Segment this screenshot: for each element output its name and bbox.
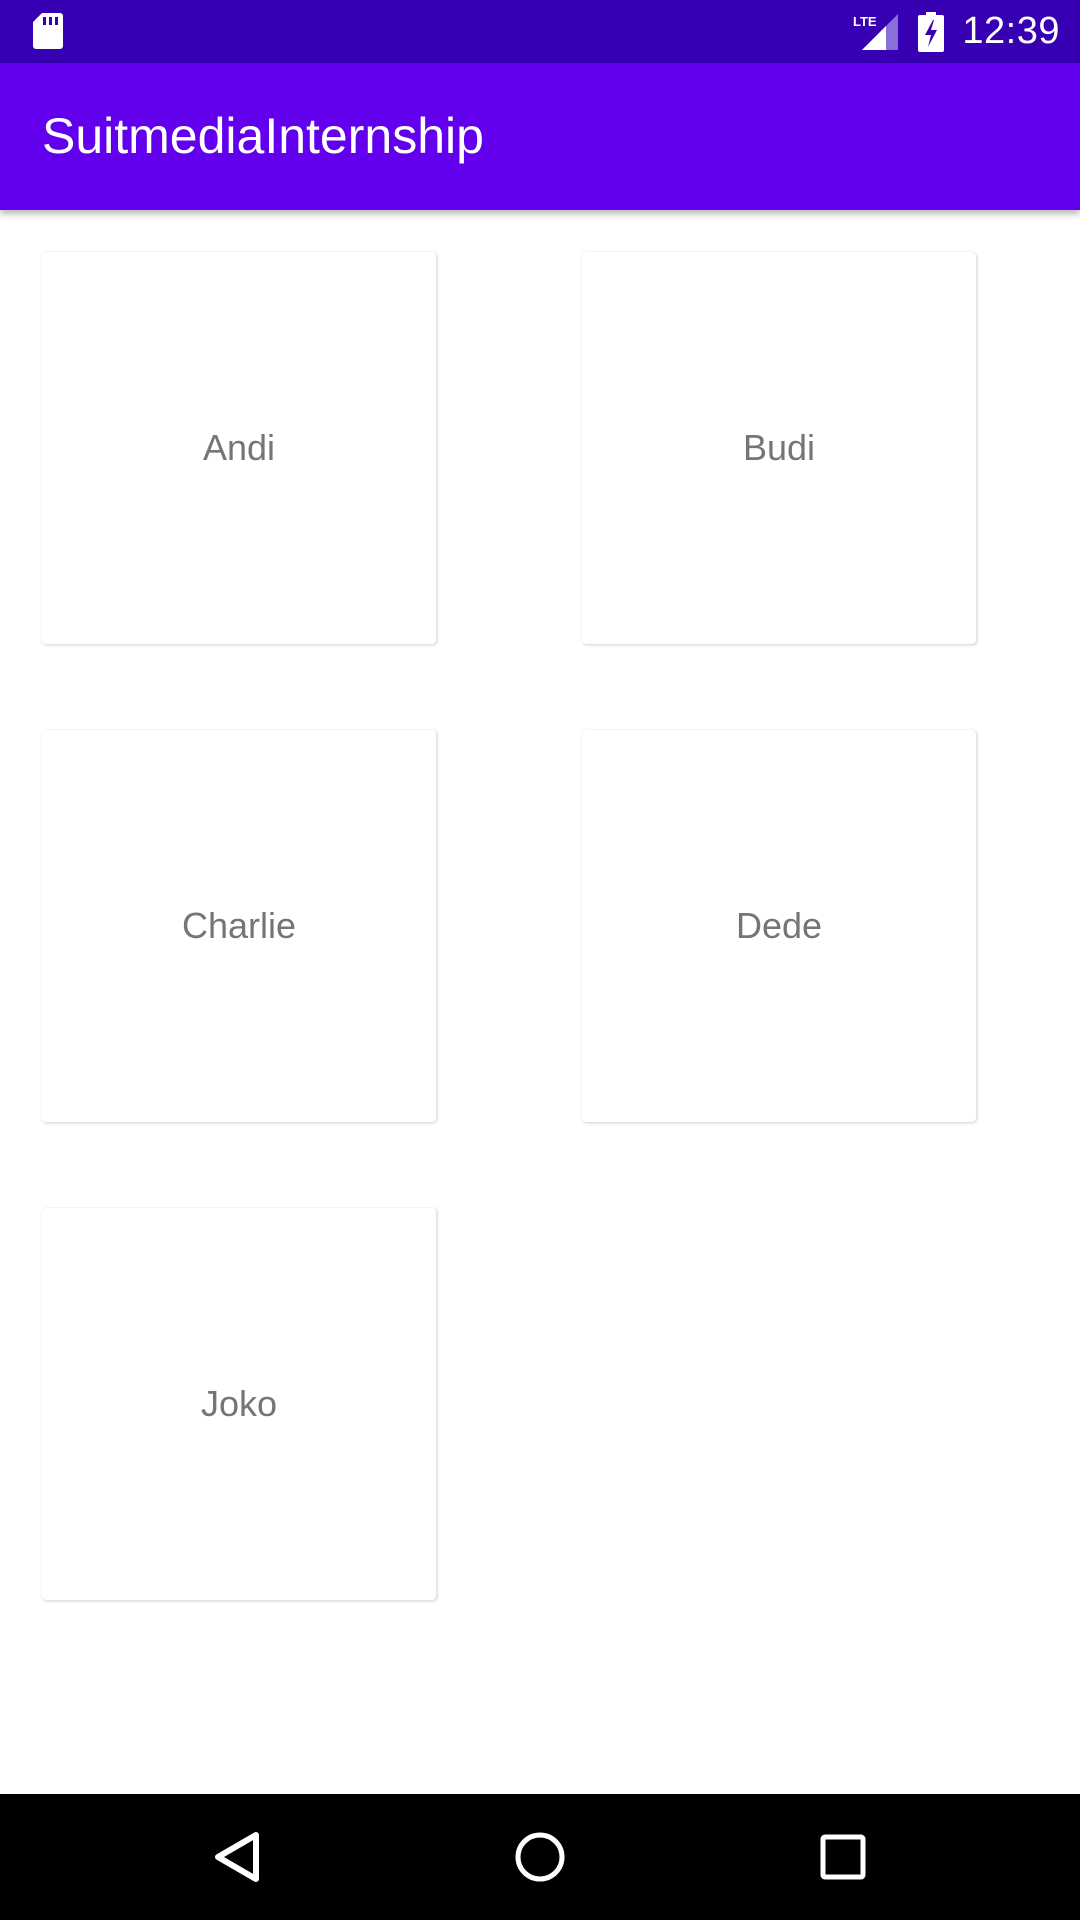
app-bar: SuitmediaInternship [0, 63, 1080, 210]
status-time: 12:39 [962, 10, 1060, 52]
recents-icon [820, 1834, 866, 1880]
card-label: Dede [735, 905, 823, 946]
recents-button[interactable] [808, 1822, 878, 1892]
card-label: Andi [202, 427, 276, 468]
card-label: Joko [200, 1383, 278, 1424]
network-label: LTE [853, 14, 877, 29]
lte-signal-icon: LTE [853, 13, 899, 50]
sd-card-icon [33, 13, 63, 49]
card-budi[interactable]: Budi [582, 252, 976, 644]
back-icon [215, 1832, 259, 1882]
card-label: Charlie [181, 905, 297, 946]
card-dede[interactable]: Dede [582, 730, 976, 1122]
home-icon [515, 1832, 565, 1882]
app-title: SuitmediaInternship [42, 108, 484, 164]
card-andi[interactable]: Andi [42, 252, 436, 644]
navigation-bar [0, 1794, 1080, 1920]
battery-charging-icon [918, 11, 945, 52]
status-bar: LTE 12:39 [0, 0, 1080, 63]
home-button[interactable] [505, 1822, 575, 1892]
card-label: Budi [742, 427, 816, 468]
card-charlie[interactable]: Charlie [42, 730, 436, 1122]
card-joko[interactable]: Joko [42, 1208, 436, 1600]
back-button[interactable] [202, 1822, 272, 1892]
